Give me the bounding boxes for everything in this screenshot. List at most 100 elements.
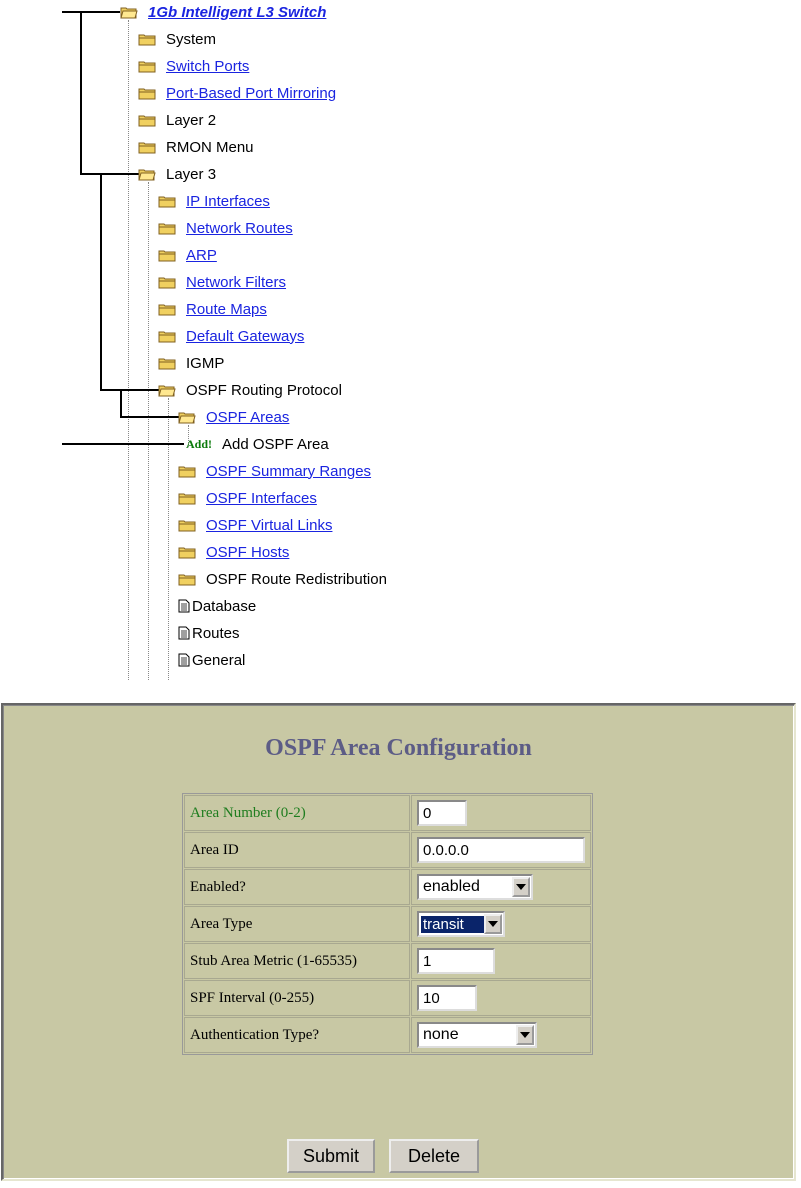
- tree-root[interactable]: 1Gb Intelligent L3 Switch: [120, 1, 326, 23]
- stub-metric-cell: [411, 943, 591, 979]
- folder-icon: [158, 331, 176, 342]
- tree-item-label: IGMP: [186, 354, 225, 372]
- area-type-select[interactable]: transit: [417, 911, 505, 937]
- area-type-label: Area Type: [184, 906, 410, 942]
- tree-item-link[interactable]: Port-Based Port Mirroring: [166, 85, 336, 102]
- tree-item-system[interactable]: System: [138, 28, 216, 50]
- tree-item-label: General: [192, 651, 246, 669]
- tree-item-ospf-areas[interactable]: OSPF Areas: [178, 406, 289, 428]
- tree-item-igmp[interactable]: IGMP: [158, 352, 224, 374]
- folder-icon: [138, 142, 156, 153]
- table-row: Authentication Type? none: [184, 1017, 591, 1053]
- tree-item-rmon-menu[interactable]: RMON Menu: [138, 136, 254, 158]
- tree-item-link[interactable]: Switch Ports: [166, 58, 249, 75]
- spf-interval-cell: [411, 980, 591, 1016]
- tree-item-database[interactable]: Database: [178, 595, 256, 617]
- tree-item-ospf-hosts[interactable]: OSPF Hosts: [178, 541, 289, 563]
- enabled-select[interactable]: enabled: [417, 874, 533, 900]
- folder-icon: [178, 466, 196, 477]
- tree-item-label: System: [166, 30, 217, 48]
- enabled-label: Enabled?: [184, 869, 410, 905]
- tree-item-ip-interfaces[interactable]: IP Interfaces: [158, 190, 270, 212]
- tree-item-label: Layer 2: [166, 111, 217, 129]
- tree-item-switch-ports[interactable]: Switch Ports: [138, 55, 249, 77]
- folder-icon: [178, 520, 196, 531]
- stub-metric-input[interactable]: [417, 948, 495, 974]
- folder-icon: [158, 358, 176, 369]
- tree-item-link[interactable]: Network Filters: [186, 274, 286, 291]
- tree-item-ospf-interfaces[interactable]: OSPF Interfaces: [178, 487, 317, 509]
- auth-type-select[interactable]: none: [417, 1022, 537, 1048]
- submit-button[interactable]: Submit: [287, 1139, 375, 1173]
- tree-item-link[interactable]: Default Gateways: [186, 328, 304, 345]
- tree-guide-line: [168, 398, 169, 680]
- callout-line: [62, 443, 184, 445]
- document-icon: [178, 626, 190, 640]
- tree-item-label: RMON Menu: [166, 138, 254, 156]
- area-type-select-value: transit: [421, 915, 484, 933]
- folder-open-icon: [158, 385, 176, 396]
- tree-item-link[interactable]: OSPF Summary Ranges: [206, 463, 371, 480]
- tree-item-ospf-summary-ranges[interactable]: OSPF Summary Ranges: [178, 460, 371, 482]
- table-row: Area ID: [184, 832, 591, 868]
- table-row: Stub Area Metric (1-65535): [184, 943, 591, 979]
- tree-item-link[interactable]: OSPF Hosts: [206, 544, 289, 561]
- chevron-down-icon[interactable]: [484, 914, 502, 934]
- tree-item-port-mirroring[interactable]: Port-Based Port Mirroring: [138, 82, 336, 104]
- folder-icon: [158, 223, 176, 234]
- folder-icon: [138, 115, 156, 126]
- folder-open-icon: [178, 412, 196, 423]
- spf-interval-label: SPF Interval (0-255): [184, 980, 410, 1016]
- tree-item-ospf-route-redistribution[interactable]: OSPF Route Redistribution: [178, 568, 387, 590]
- folder-open-icon: [138, 169, 156, 180]
- document-icon: [178, 653, 190, 667]
- tree-item-routes[interactable]: Routes: [178, 622, 240, 644]
- tree-item-default-gateways[interactable]: Default Gateways: [158, 325, 304, 347]
- tree-item-layer2[interactable]: Layer 2: [138, 109, 216, 131]
- folder-icon: [178, 574, 196, 585]
- tree-item-network-filters[interactable]: Network Filters: [158, 271, 286, 293]
- table-row: SPF Interval (0-255): [184, 980, 591, 1016]
- tree-item-link[interactable]: IP Interfaces: [186, 193, 270, 210]
- table-row: Area Number (0-2): [184, 795, 591, 831]
- callout-line: [80, 173, 140, 175]
- auth-type-select-value: none: [423, 1026, 459, 1043]
- folder-icon: [138, 34, 156, 45]
- config-form-table: Area Number (0-2) Area ID Enabled? enabl…: [182, 793, 593, 1055]
- document-icon: [178, 599, 190, 613]
- folder-icon: [138, 88, 156, 99]
- tree-item-network-routes[interactable]: Network Routes: [158, 217, 293, 239]
- tree-item-link[interactable]: Route Maps: [186, 301, 267, 318]
- tree-item-label: Database: [192, 597, 257, 615]
- area-number-label: Area Number (0-2): [184, 795, 410, 831]
- tree-item-general[interactable]: General: [178, 649, 245, 671]
- tree-root-link[interactable]: 1Gb Intelligent L3 Switch: [148, 4, 326, 21]
- tree-item-route-maps[interactable]: Route Maps: [158, 298, 267, 320]
- tree-item-layer3[interactable]: Layer 3: [138, 163, 216, 185]
- table-row: Area Type transit: [184, 906, 591, 942]
- add-icon: Add!: [186, 436, 213, 451]
- area-number-cell: [411, 795, 591, 831]
- tree-item-ospf-virtual-links[interactable]: OSPF Virtual Links: [178, 514, 332, 536]
- enabled-select-value: enabled: [423, 878, 480, 895]
- tree-item-link[interactable]: Network Routes: [186, 220, 293, 237]
- enabled-cell: enabled: [411, 869, 591, 905]
- callout-line: [62, 11, 120, 13]
- chevron-down-icon[interactable]: [516, 1025, 534, 1045]
- folder-open-icon: [120, 7, 138, 18]
- delete-button[interactable]: Delete: [389, 1139, 479, 1173]
- tree-item-link[interactable]: ARP: [186, 247, 217, 264]
- chevron-down-icon[interactable]: [512, 877, 530, 897]
- area-id-input[interactable]: [417, 837, 585, 863]
- spf-interval-input[interactable]: [417, 985, 477, 1011]
- tree-item-link[interactable]: OSPF Areas: [206, 409, 289, 426]
- tree-item-link[interactable]: OSPF Interfaces: [206, 490, 317, 507]
- area-type-cell: transit: [411, 906, 591, 942]
- area-number-input[interactable]: [417, 800, 467, 826]
- tree-item-add-ospf-area[interactable]: Add! Add OSPF Area: [186, 433, 329, 455]
- tree-item-ospf-routing-protocol[interactable]: OSPF Routing Protocol: [158, 379, 342, 401]
- ospf-area-config-panel: OSPF Area Configuration Area Number (0-2…: [1, 703, 796, 1181]
- tree-item-link[interactable]: OSPF Virtual Links: [206, 517, 332, 534]
- tree-item-label: OSPF Routing Protocol: [186, 381, 342, 399]
- tree-item-arp[interactable]: ARP: [158, 244, 217, 266]
